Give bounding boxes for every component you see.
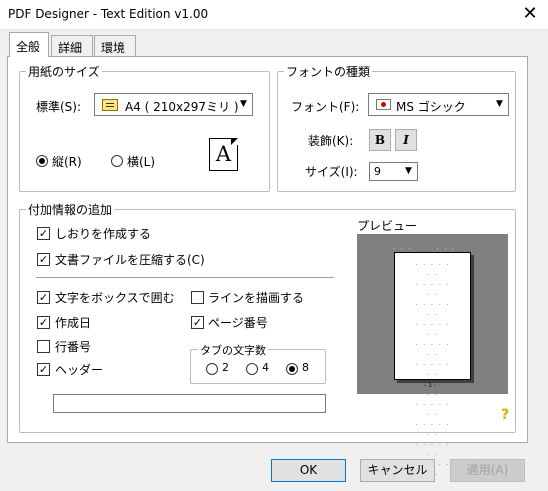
tab-width-8-radio[interactable] xyxy=(286,363,298,375)
paper-size-group-label: 用紙のサイズ xyxy=(26,63,102,80)
tab-environment-label: 環境 xyxy=(101,41,126,55)
portrait-orientation-icon: A xyxy=(209,138,238,171)
title-bar: PDF Designer - Text Edition v1.00 ✕ xyxy=(0,0,548,30)
font-size-value: 9 xyxy=(374,165,381,178)
additional-info-group-label: 付加情報の追加 xyxy=(26,201,115,218)
italic-button[interactable]: I xyxy=(395,129,417,151)
paper-size-group xyxy=(19,71,270,192)
creation-date-label: 作成日 xyxy=(55,316,92,330)
tab-environment[interactable]: 環境 xyxy=(94,35,136,56)
box-text-checkbox[interactable]: ✓ xyxy=(37,291,50,304)
tab-width-group-label: タブの文字数 xyxy=(198,342,268,358)
cancel-button[interactable]: キャンセル xyxy=(360,459,435,482)
paper-icon xyxy=(102,99,118,111)
chevron-down-icon[interactable]: ▼ xyxy=(235,94,252,115)
tab-width-8-label: 8 xyxy=(302,361,309,374)
create-bookmarks-label: しおりを作成する xyxy=(55,227,152,241)
orientation-glyph: A xyxy=(215,142,232,166)
separator xyxy=(36,277,334,278)
tab-details[interactable]: 詳細 xyxy=(51,35,93,56)
tab-panel-general: 用紙のサイズ 標準(S): A4 ( 210x297ミリ ) ▼ 縦(R) 横(… xyxy=(7,56,528,479)
tab-general-label: 全般 xyxy=(16,40,41,54)
header-checkbox[interactable]: ✓ xyxy=(37,363,50,376)
tab-width-2-label: 2 xyxy=(222,361,229,374)
tab-width-4-label: 4 xyxy=(262,361,269,374)
creation-date-checkbox[interactable]: ✓ xyxy=(37,316,50,329)
draw-lines-label: ラインを描画する xyxy=(208,291,305,305)
help-icon[interactable]: ? xyxy=(501,407,509,423)
page-number-checkbox[interactable]: ✓ xyxy=(191,316,204,329)
chevron-down-icon[interactable]: ▼ xyxy=(491,94,508,115)
font-type-group-label: フォントの種類 xyxy=(284,63,373,80)
preview-area: · · · · · · · · · · · · · · · · · · · · · ·… xyxy=(357,234,508,479)
tab-details-label: 詳細 xyxy=(58,41,83,55)
apply-button[interactable]: 適用(A) xyxy=(450,459,525,482)
decoration-label: 装飾(K): xyxy=(308,134,354,148)
chevron-down-icon[interactable]: ▼ xyxy=(400,163,417,180)
landscape-radio[interactable] xyxy=(111,155,123,167)
tab-width-2-radio[interactable] xyxy=(206,363,218,375)
bold-button[interactable]: B xyxy=(369,129,391,151)
preview-page: · · · · · · · · · · · · · · · · · · · · · ·… xyxy=(393,246,471,479)
window-title: PDF Designer - Text Edition v1.00 xyxy=(8,7,209,21)
tab-general[interactable]: 全般 xyxy=(9,32,49,57)
font-value: MS ゴシック xyxy=(396,100,466,114)
create-bookmarks-checkbox[interactable]: ✓ xyxy=(37,227,50,240)
font-select[interactable]: MS ゴシック ▼ xyxy=(368,93,509,116)
compress-file-checkbox[interactable]: ✓ xyxy=(37,253,50,266)
size-label: サイズ(I): xyxy=(305,165,358,179)
font-size-select[interactable]: 9 ▼ xyxy=(369,162,418,181)
page-number-label: ページ番号 xyxy=(208,316,268,330)
line-number-checkbox[interactable] xyxy=(37,340,50,353)
box-text-label: 文字をボックスで囲む xyxy=(55,291,175,305)
line-number-label: 行番号 xyxy=(55,340,92,354)
font-label: フォント(F): xyxy=(291,100,360,114)
landscape-label: 横(L) xyxy=(127,155,156,169)
compress-file-label: 文書ファイルを圧縮する(C) xyxy=(55,253,205,267)
preview-page-footer: - 1 - xyxy=(424,382,436,389)
header-label: ヘッダー xyxy=(55,363,104,377)
draw-lines-checkbox[interactable] xyxy=(191,291,204,304)
standard-size-label: 標準(S): xyxy=(36,100,82,114)
preview-text-lines: · · · · · · · · · · · · · · · · · · · · · ·… xyxy=(415,262,451,479)
header-text-input[interactable] xyxy=(53,394,326,413)
paper-size-select[interactable]: A4 ( 210x297ミリ ) ▼ xyxy=(94,93,253,116)
font-icon xyxy=(376,99,391,110)
close-icon[interactable]: ✕ xyxy=(516,2,544,28)
tab-width-4-radio[interactable] xyxy=(246,363,258,375)
ok-button[interactable]: OK xyxy=(271,459,346,482)
portrait-radio[interactable] xyxy=(36,155,48,167)
preview-label: プレビュー xyxy=(357,219,418,233)
portrait-label: 縦(R) xyxy=(52,155,82,169)
paper-size-value: A4 ( 210x297ミリ ) xyxy=(125,100,239,114)
